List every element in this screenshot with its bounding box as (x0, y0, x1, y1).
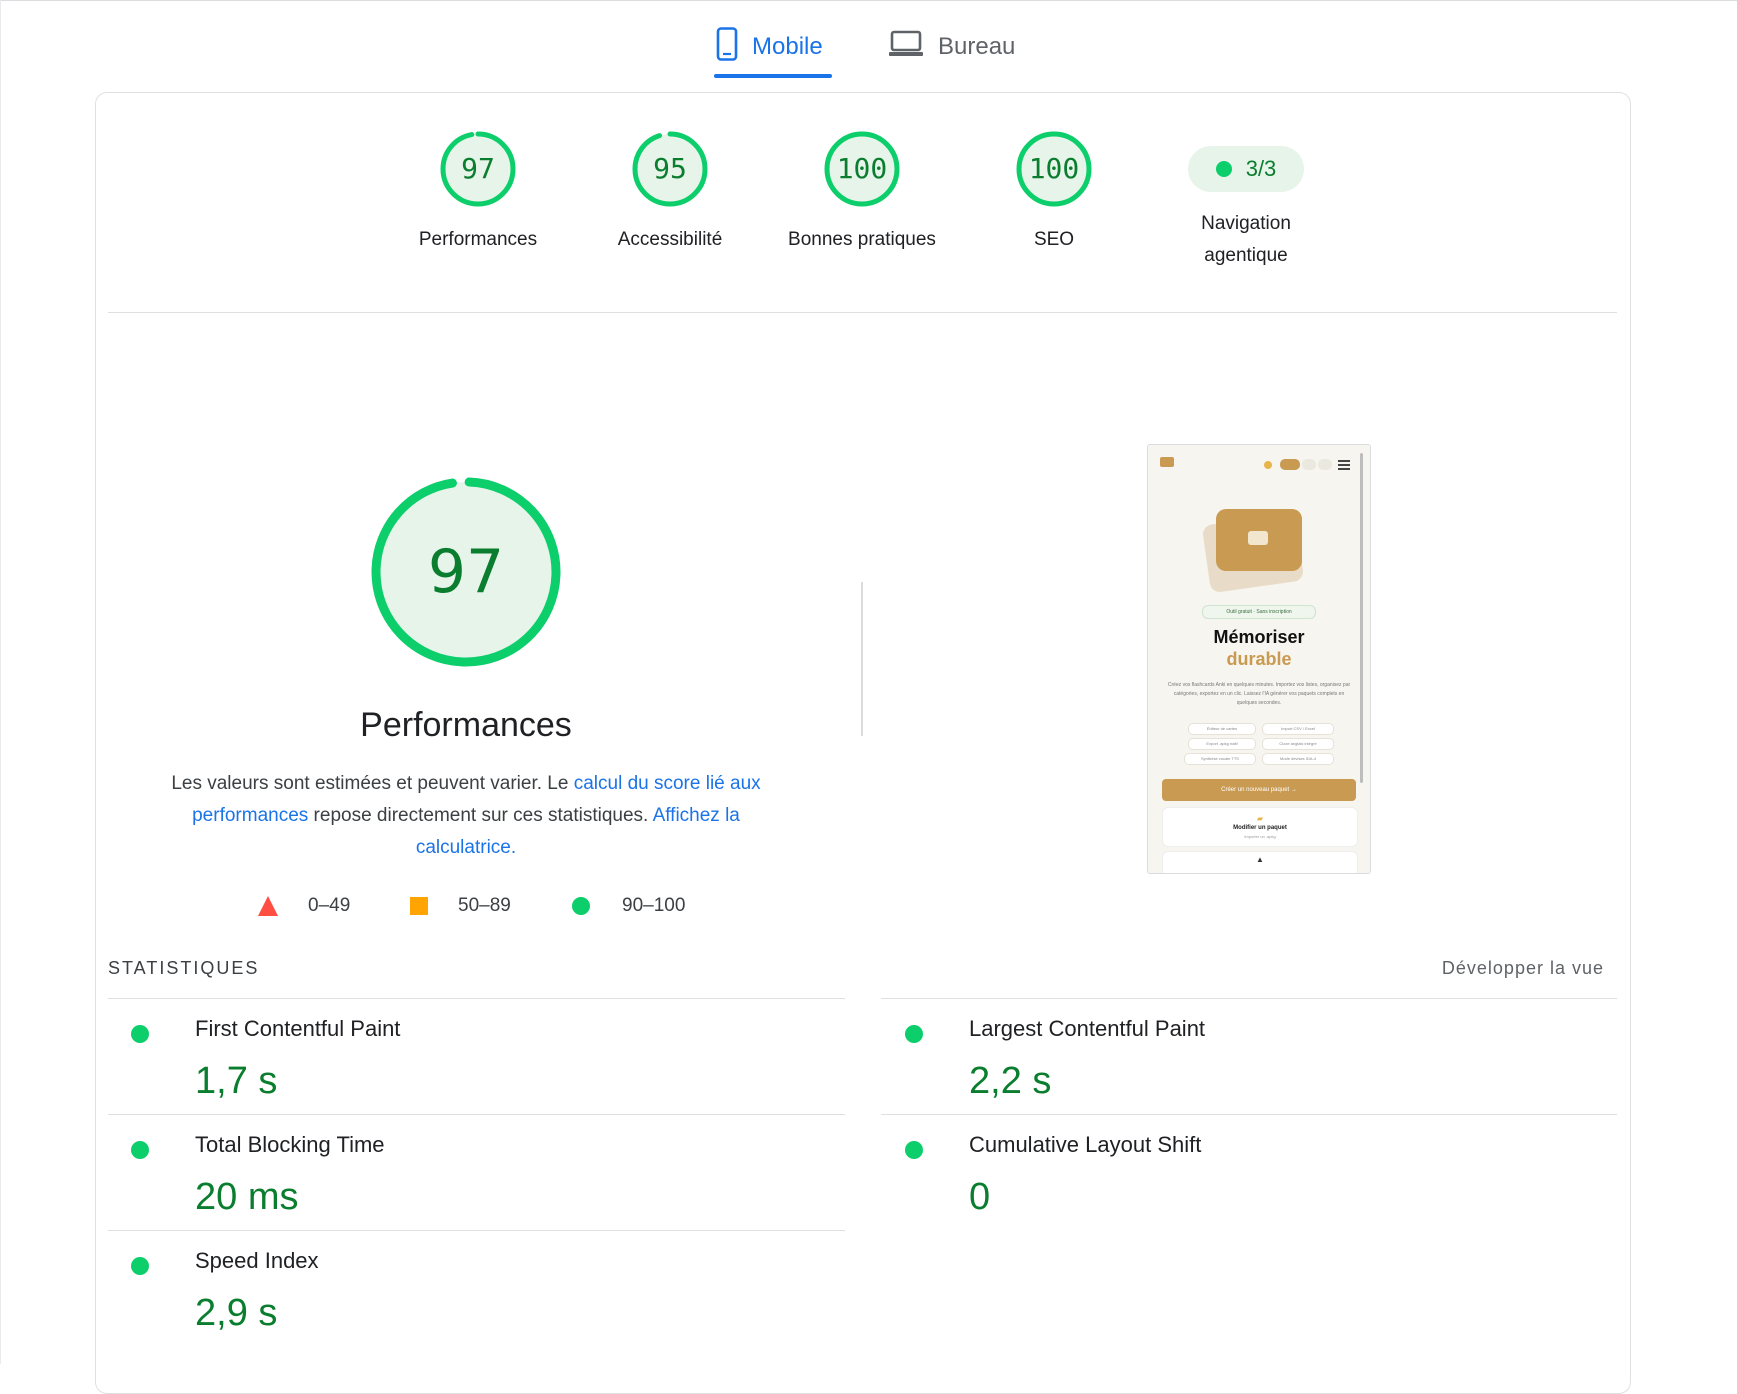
metric-name: Total Blocking Time (195, 1132, 385, 1157)
agentic-label-line2: agentique (1204, 245, 1288, 266)
tab-mobile-label: Mobile (752, 33, 823, 60)
gauge-score: 100 (1028, 152, 1080, 185)
metric-name: Speed Index (195, 1248, 319, 1273)
metric-value: 2,2 s (969, 1060, 1052, 1102)
thumb-cta-button: Créer un nouveau paquet → (1162, 779, 1356, 801)
pass-dot-icon (905, 1025, 923, 1043)
thumb-headline-1: Mémoriser (1213, 627, 1305, 647)
left-border (0, 0, 1, 1364)
tab-desktop[interactable]: Bureau (888, 14, 1015, 80)
gauge-label: Bonnes pratiques (788, 229, 936, 250)
laptop-icon (888, 30, 924, 65)
thumb-badge: Outil gratuit · Sans inscription (1202, 605, 1316, 619)
legend-average: 50–89 (410, 895, 511, 917)
legend-fail: 0–49 (258, 895, 350, 917)
gauge-accessibility[interactable]: 95 Accessibilité (590, 130, 750, 256)
row-divider (108, 1230, 845, 1231)
row-divider (108, 998, 845, 999)
thumb-card-2: ▲ (1162, 851, 1358, 873)
legend-range: 0–49 (308, 895, 351, 916)
statistics-heading: STATISTIQUES (108, 958, 260, 978)
pass-circle-icon (572, 897, 590, 915)
thumb-chip: Import CSV / Excel (1262, 723, 1334, 735)
gauge-label: Performances (418, 229, 538, 250)
thumb-chip: Cloze anglais intégré (1262, 738, 1334, 750)
agentic-value: 3/3 (1245, 156, 1277, 181)
score-legend: 0–49 50–89 90–100 (0, 895, 800, 925)
desc-text: Les valeurs sont estimées et peuvent var… (171, 773, 574, 794)
fail-triangle-icon (258, 896, 278, 916)
thumb-chip: Mode devises IDA-4 (1262, 753, 1334, 765)
top-border (0, 0, 1737, 1)
metric-name: First Contentful Paint (195, 1016, 401, 1041)
legend-range: 50–89 (458, 895, 511, 916)
agentic-label-line1: Navigation (1201, 213, 1291, 234)
row-divider (881, 1114, 1617, 1115)
vertical-separator (861, 582, 863, 736)
row-divider (881, 998, 1617, 999)
section-divider (108, 312, 1617, 313)
gauge-performance[interactable]: 97 Performances (398, 130, 558, 256)
thumb-card-sub: Importer un .apkg (1244, 834, 1276, 839)
thumb-chip: Export .apkg natif (1188, 738, 1256, 750)
gauge-score: 95 (653, 152, 687, 185)
thumb-chip: Éditeur de cartes (1188, 723, 1256, 735)
average-square-icon (410, 897, 428, 915)
thumb-body: Créez vos flashcards Anki en quelques mi… (1167, 682, 1351, 706)
performance-score: 97 (427, 537, 505, 607)
pass-dot-icon (1215, 161, 1232, 177)
gauge-seo[interactable]: 100 SEO (974, 130, 1134, 256)
thumb-chip: Synthèse vocale TTS (1184, 753, 1256, 765)
gauge-label: Navigation agentique (1166, 208, 1326, 272)
metric-name: Largest Contentful Paint (969, 1016, 1206, 1041)
pass-dot-icon (131, 1141, 149, 1159)
metric-value: 2,9 s (195, 1292, 278, 1334)
performance-description: Les valeurs sont estimées et peuvent var… (140, 768, 792, 864)
pass-dot-icon (131, 1025, 149, 1043)
device-tabs: Mobile Bureau (0, 14, 1737, 80)
tab-desktop-label: Bureau (938, 33, 1016, 60)
metric-name: Cumulative Layout Shift (969, 1132, 1202, 1157)
pass-dot-icon (905, 1141, 923, 1159)
legend-range: 90–100 (622, 895, 686, 916)
expand-view-toggle[interactable]: Développer la vue (1420, 958, 1604, 979)
thumb-headline-2: durable (1226, 649, 1292, 669)
final-screenshot-thumbnail[interactable]: Outil gratuit · Sans inscription Mémoris… (1147, 444, 1371, 874)
folder-icon: ▰ (1256, 814, 1264, 823)
gauge-agentic-navigation[interactable]: 3/3 Navigation agentique (1166, 120, 1326, 272)
thumb-card-title: Modifier un paquet (1233, 825, 1287, 831)
desc-text: repose directement sur ces statistiques. (308, 805, 653, 826)
row-divider (108, 1114, 845, 1115)
graduation-cap-icon: ▲ (1256, 855, 1264, 864)
gauge-score: 100 (836, 152, 888, 185)
metric-value: 20 ms (195, 1176, 299, 1218)
gauge-label: SEO (1033, 229, 1075, 250)
gauge-label: Accessibilité (617, 229, 723, 250)
thumb-card: ▰ Modifier un paquet Importer un .apkg (1162, 807, 1358, 847)
gauge-best-practices[interactable]: 100 Bonnes pratiques (772, 130, 952, 256)
thumb-scrollbar (1360, 453, 1363, 783)
active-tab-indicator (714, 74, 832, 78)
metric-value: 0 (969, 1176, 991, 1218)
metric-value: 1,7 s (195, 1060, 278, 1102)
performance-title: Performances (360, 706, 572, 744)
agentic-pill: 3/3 (1188, 146, 1304, 192)
tab-mobile[interactable]: Mobile (716, 14, 823, 80)
pass-dot-icon (131, 1257, 149, 1275)
gauge-score: 97 (461, 152, 495, 185)
mobile-phone-icon (716, 26, 738, 68)
legend-pass: 90–100 (572, 895, 685, 917)
